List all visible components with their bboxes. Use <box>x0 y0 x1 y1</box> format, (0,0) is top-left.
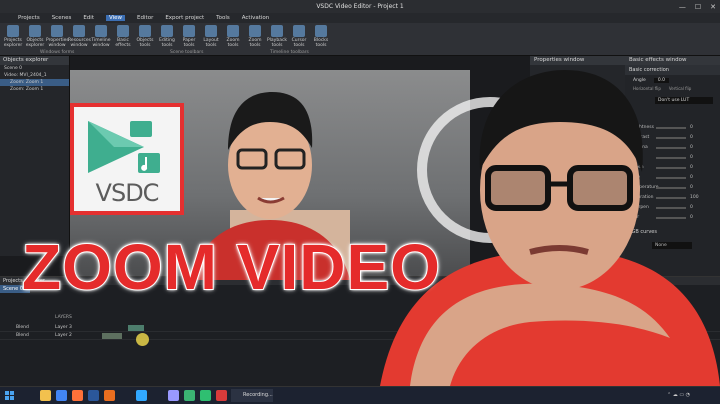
editing-tools-button[interactable]: Editing tools <box>156 25 178 48</box>
resources-window-button[interactable]: Resources window <box>68 25 91 48</box>
basic-effects-button[interactable]: Basic effects <box>112 25 134 48</box>
title-bar: VSDC Video Editor - Project 1 — ☐ ✕ <box>0 0 720 13</box>
menu-export-project[interactable]: Export project <box>165 15 204 21</box>
menu-edit[interactable]: Edit <box>83 15 94 21</box>
file-explorer-icon[interactable] <box>40 390 51 401</box>
vsdc-logo-text: VSDC <box>95 179 160 207</box>
zoom-tools-button-2[interactable]: Zoom tools <box>244 25 266 48</box>
person-right-illustration <box>380 70 720 386</box>
menu-view[interactable]: View <box>105 15 126 21</box>
window-title: VSDC Video Editor - Project 1 <box>316 3 404 10</box>
photoshop-icon[interactable] <box>136 390 147 401</box>
paper-tools-button[interactable]: Paper tools <box>178 25 200 48</box>
group-windows-forms: Windows forms <box>40 50 75 55</box>
recording-button[interactable]: Recording... <box>231 389 273 402</box>
vsdc-logo-card: VSDC <box>70 103 184 215</box>
camtasia-icon[interactable] <box>200 390 211 401</box>
playback-icon <box>271 25 283 37</box>
firefox-icon[interactable] <box>72 390 83 401</box>
objects-tools-button[interactable]: Objects tools <box>134 25 156 48</box>
word-icon[interactable] <box>88 390 99 401</box>
group-scene-toolbars: Scene toolbars <box>170 50 204 55</box>
zoom-tools-button[interactable]: Zoom tools <box>222 25 244 48</box>
objects-explorer-icon <box>29 25 41 37</box>
zoom-tools-icon <box>227 25 239 37</box>
timeline-clip[interactable] <box>128 325 144 331</box>
resources-icon <box>73 25 85 37</box>
chrome-icon[interactable] <box>56 390 67 401</box>
blocks-icon <box>315 25 327 37</box>
projects-explorer-icon <box>7 25 19 37</box>
tree-item-zoom-1[interactable]: Zoom: Zoom 1 <box>0 79 69 86</box>
cursor-highlight <box>136 333 149 346</box>
vsdc-icon[interactable] <box>184 390 195 401</box>
blend-mode[interactable]: Blend <box>16 325 29 330</box>
maximize-button[interactable]: ☐ <box>695 3 701 11</box>
menu-scenes[interactable]: Scenes <box>52 15 72 21</box>
layer-name: Layer 3 <box>55 325 72 330</box>
headline-text: ZOOM VIDEO <box>21 231 441 303</box>
layers-column-header: LAYERS <box>55 315 72 320</box>
properties-window-button[interactable]: Properties window <box>46 25 69 48</box>
system-tray[interactable]: ⌃ ☁ ▭ ◔ <box>667 392 690 398</box>
timeline-window-button[interactable]: Timeline window <box>90 25 112 48</box>
taskbar: Recording... ⌃ ☁ ▭ ◔ <box>0 386 720 404</box>
menu-projects[interactable]: Projects <box>18 15 40 21</box>
tree-item-video[interactable]: Video: MVI_2404_1 <box>0 72 69 79</box>
magnifier-icon <box>249 25 261 37</box>
projects-explorer-button[interactable]: Projects explorer <box>2 25 24 48</box>
blocks-tools-button[interactable]: Blocks tools <box>310 25 332 48</box>
group-timeline-toolbars: Timeline toolbars <box>270 50 309 55</box>
recorder-icon[interactable] <box>216 390 227 401</box>
ribbon-toolbar: Projects explorer Objects explorer Prope… <box>0 23 720 56</box>
menu-editor[interactable]: Editor <box>137 15 153 21</box>
objects-explorer-panel: Objects explorer Scene 0 Video: MVI_2404… <box>0 56 70 256</box>
tree-item-scene[interactable]: Scene 0 <box>0 65 69 72</box>
cursor-icon <box>293 25 305 37</box>
menu-activation[interactable]: Activation <box>242 15 270 21</box>
effects-icon <box>117 25 129 37</box>
vsdc-logo-icon <box>88 121 160 173</box>
timeline-icon <box>95 25 107 37</box>
layout-tools-icon <box>205 25 217 37</box>
blend-mode[interactable]: Blend <box>16 333 29 338</box>
powerpoint-icon[interactable] <box>104 390 115 401</box>
playback-tools-button[interactable]: Playback tools <box>266 25 288 48</box>
objects-explorer-button[interactable]: Objects explorer <box>24 25 46 48</box>
cursor-tools-button[interactable]: Cursor tools <box>288 25 310 48</box>
objects-tools-icon <box>139 25 151 37</box>
menu-bar: Projects Scenes Edit View Editor Export … <box>0 13 720 23</box>
start-button[interactable] <box>5 391 14 400</box>
close-button[interactable]: ✕ <box>710 3 716 11</box>
layer-name: Layer 2 <box>55 333 72 338</box>
menu-tools[interactable]: Tools <box>216 15 230 21</box>
minimize-button[interactable]: — <box>679 3 686 11</box>
paper-tools-icon <box>183 25 195 37</box>
properties-icon <box>51 25 63 37</box>
timeline-clip[interactable] <box>102 333 122 339</box>
objects-explorer-title: Objects explorer <box>0 56 69 65</box>
premiere-icon[interactable] <box>168 390 179 401</box>
editing-tools-icon <box>161 25 173 37</box>
tree-item-zoom-2[interactable]: Zoom: Zoom 1 <box>0 86 69 93</box>
layout-tools-button[interactable]: Layout tools <box>200 25 222 48</box>
